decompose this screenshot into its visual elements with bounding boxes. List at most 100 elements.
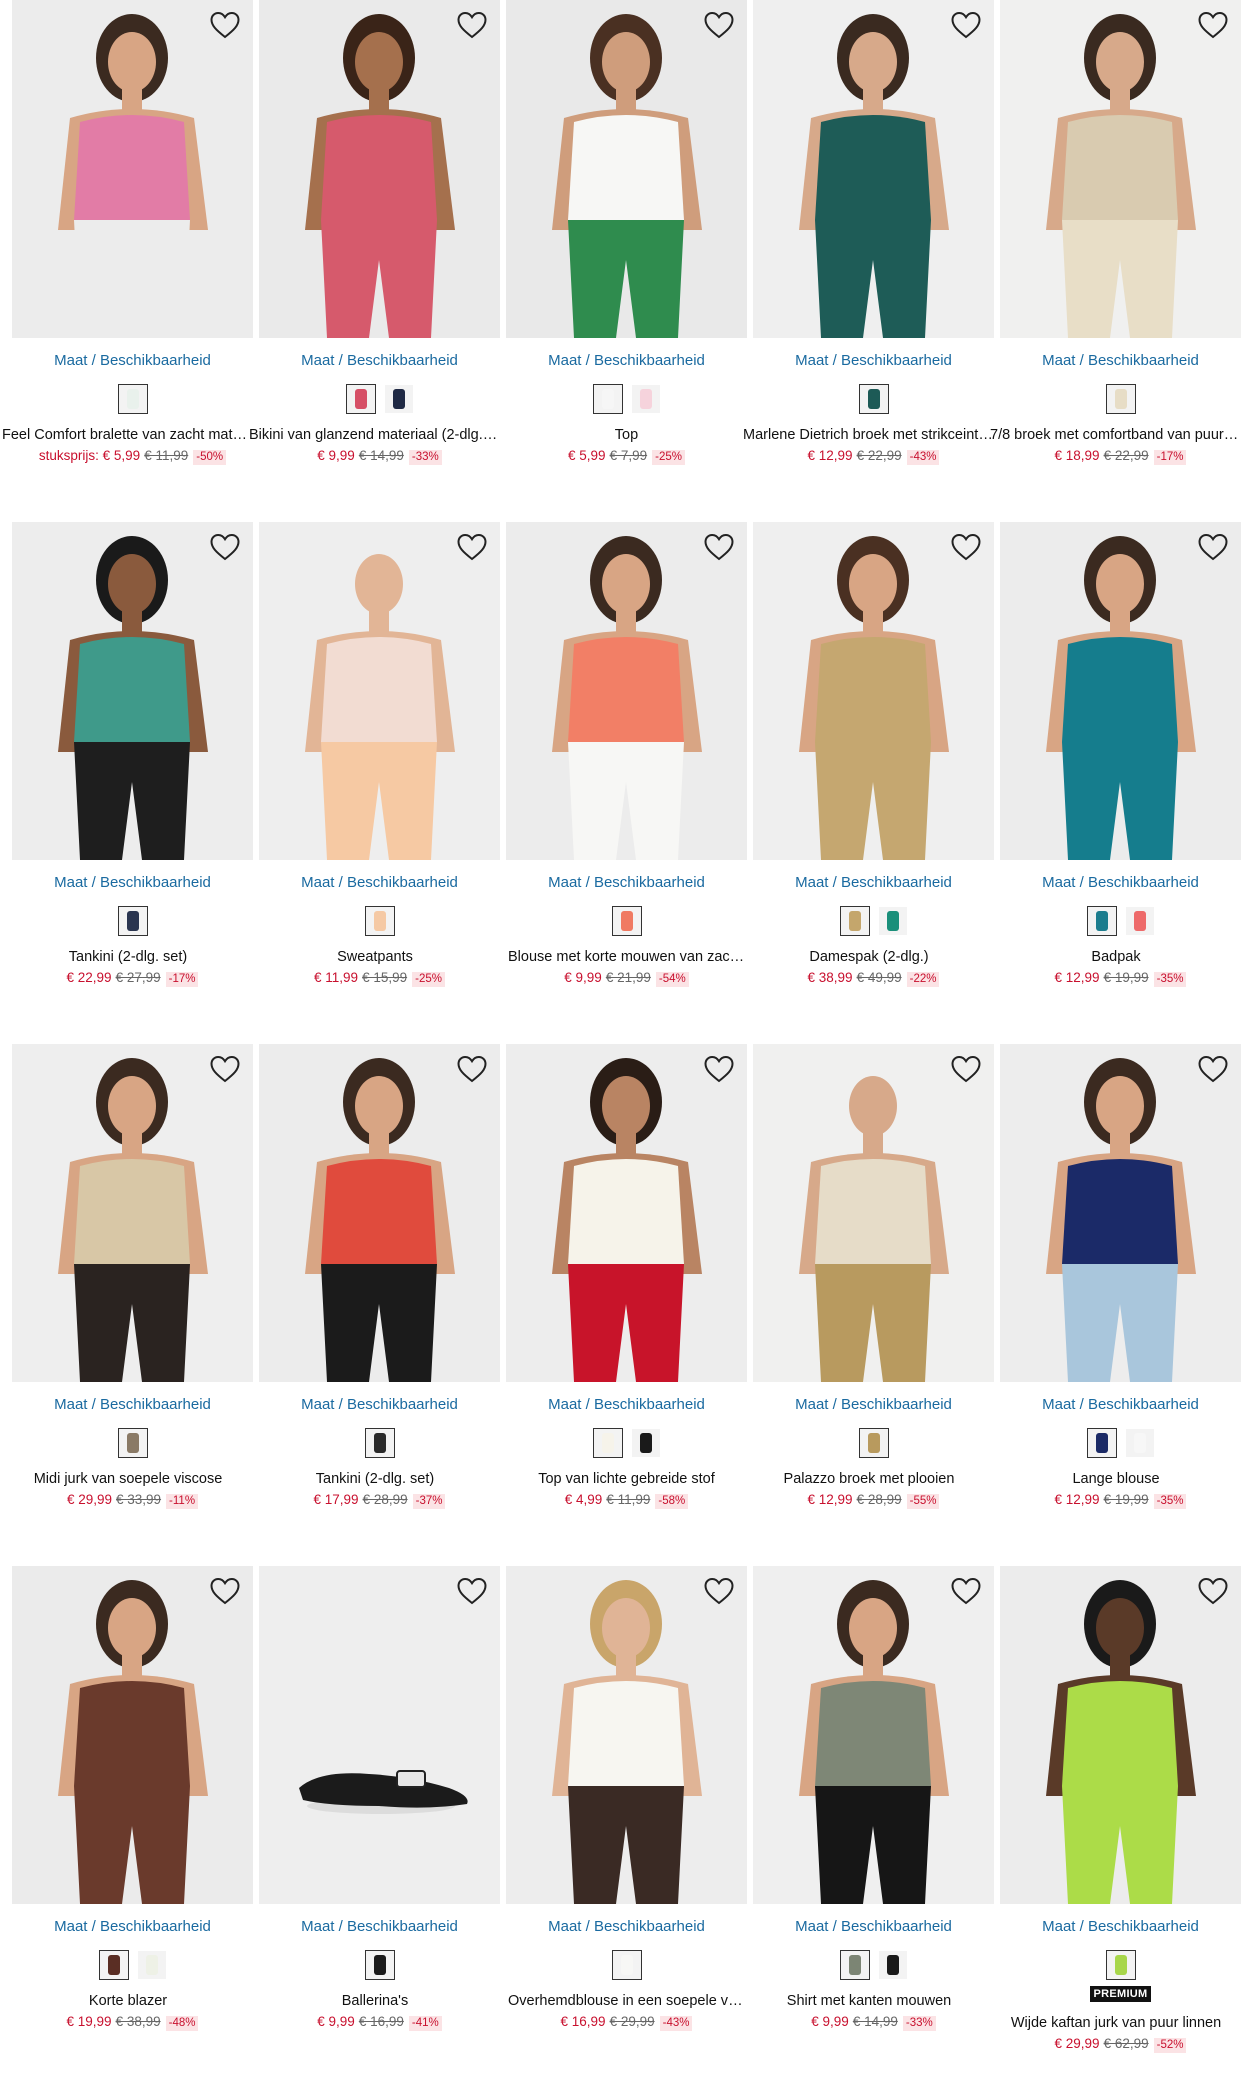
product-image[interactable]	[259, 522, 500, 860]
product-card[interactable]: Maat / Beschikbaarheid Marlene Dietrich b…	[743, 0, 997, 465]
color-swatch[interactable]	[136, 1950, 167, 1980]
product-title[interactable]: Feel Comfort bralette van zacht materiaa…	[0, 426, 256, 444]
product-title[interactable]: Wijde kaftan jurk van puur linnen	[988, 2014, 1244, 2032]
color-swatch[interactable]	[98, 1950, 129, 1980]
product-title[interactable]: Palazzo broek met plooien	[741, 1470, 997, 1488]
color-swatch[interactable]	[1086, 906, 1117, 936]
size-availability-link[interactable]: Maat / Beschikbaarheid	[753, 874, 994, 892]
size-availability-link[interactable]: Maat / Beschikbaarheid	[1000, 874, 1241, 892]
heart-icon[interactable]	[209, 532, 241, 562]
heart-icon[interactable]	[456, 1576, 488, 1606]
heart-icon[interactable]	[1197, 1576, 1229, 1606]
product-card[interactable]: Maat / Beschikbaarheid Palazzo broek met …	[753, 1044, 994, 1509]
product-card[interactable]: Maat / Beschikbaarheid Midi jurk van soep…	[12, 1044, 253, 1509]
product-title[interactable]: Ballerina's	[247, 1992, 503, 2010]
product-card[interactable]: Maat / Beschikbaarheid Bikini van glanzen…	[249, 0, 503, 465]
color-swatch[interactable]	[1124, 906, 1155, 936]
product-title[interactable]: Korte blazer	[0, 1992, 256, 2010]
color-swatch[interactable]	[1105, 384, 1136, 414]
heart-icon[interactable]	[1197, 10, 1229, 40]
color-swatch[interactable]	[1105, 1950, 1136, 1980]
product-image[interactable]	[1000, 0, 1241, 338]
product-card[interactable]: Maat / Beschikbaarheid Ballerina's € 9,99 €…	[259, 1566, 500, 2031]
product-card[interactable]: Maat / Beschikbaarheid 7/8 broek met comf…	[990, 0, 1244, 465]
product-title[interactable]: Marlene Dietrich broek met strikceintuur	[741, 426, 997, 444]
color-swatch[interactable]	[877, 1950, 908, 1980]
product-image[interactable]	[1000, 522, 1241, 860]
color-swatch[interactable]	[1124, 1428, 1155, 1458]
product-card[interactable]: Maat / Beschikbaarheid Feel Comfort brale…	[2, 0, 256, 465]
product-card[interactable]: Maat / Beschikbaarheid Korte blazer € 19,9…	[12, 1566, 253, 2031]
size-availability-link[interactable]: Maat / Beschikbaarheid	[753, 1396, 994, 1414]
product-title[interactable]: Midi jurk van soepele viscose	[0, 1470, 256, 1488]
product-title[interactable]: Sweatpants	[247, 948, 503, 966]
product-card[interactable]: Maat / Beschikbaarheid Sweatpants € 11,99 €…	[259, 522, 500, 987]
color-swatch[interactable]	[383, 384, 414, 414]
color-swatch[interactable]	[364, 906, 395, 936]
product-title[interactable]: Top van lichte gebreide stof	[506, 1470, 747, 1488]
size-availability-link[interactable]: Maat / Beschikbaarheid	[1000, 352, 1241, 370]
product-image[interactable]	[259, 0, 500, 338]
size-availability-link[interactable]: Maat / Beschikbaarheid	[506, 1918, 747, 1936]
color-swatch[interactable]	[592, 384, 623, 414]
heart-icon[interactable]	[703, 532, 735, 562]
product-image[interactable]	[12, 522, 253, 860]
product-image[interactable]	[12, 1566, 253, 1904]
product-card[interactable]: Maat / Beschikbaarheid Top van lichte geb…	[506, 1044, 747, 1509]
color-swatch[interactable]	[839, 1950, 870, 1980]
product-image[interactable]	[259, 1044, 500, 1382]
heart-icon[interactable]	[456, 532, 488, 562]
heart-icon[interactable]	[703, 10, 735, 40]
product-card[interactable]: Maat / Beschikbaarheid Damespak (2-dlg.) €…	[753, 522, 994, 987]
product-title[interactable]: Top	[506, 426, 747, 444]
product-image[interactable]	[1000, 1566, 1241, 1904]
product-card[interactable]: Maat / Beschikbaarheid Badpak € 12,99 € 19,…	[1000, 522, 1241, 987]
color-swatch[interactable]	[1086, 1428, 1117, 1458]
size-availability-link[interactable]: Maat / Beschikbaarheid	[506, 352, 747, 370]
product-card[interactable]: Maat / Beschikbaarheid Top € 5,99 € 7,99 -25…	[506, 0, 747, 465]
size-availability-link[interactable]: Maat / Beschikbaarheid	[1000, 1396, 1241, 1414]
size-availability-link[interactable]: Maat / Beschikbaarheid	[259, 1396, 500, 1414]
heart-icon[interactable]	[456, 10, 488, 40]
color-swatch[interactable]	[839, 906, 870, 936]
color-swatch[interactable]	[364, 1950, 395, 1980]
color-swatch[interactable]	[611, 1950, 642, 1980]
size-availability-link[interactable]: Maat / Beschikbaarheid	[12, 352, 253, 370]
color-swatch[interactable]	[858, 1428, 889, 1458]
color-swatch[interactable]	[117, 1428, 148, 1458]
product-image[interactable]	[506, 522, 747, 860]
product-title[interactable]: Tankini (2-dlg. set)	[247, 1470, 503, 1488]
product-image[interactable]	[259, 1566, 500, 1904]
size-availability-link[interactable]: Maat / Beschikbaarheid	[1000, 1918, 1241, 1936]
product-title[interactable]: Badpak	[988, 948, 1244, 966]
product-image[interactable]	[506, 1044, 747, 1382]
color-swatch[interactable]	[117, 384, 148, 414]
product-image[interactable]	[1000, 1044, 1241, 1382]
size-availability-link[interactable]: Maat / Beschikbaarheid	[506, 1396, 747, 1414]
product-image[interactable]	[506, 0, 747, 338]
heart-icon[interactable]	[950, 1054, 982, 1084]
heart-icon[interactable]	[703, 1576, 735, 1606]
heart-icon[interactable]	[1197, 1054, 1229, 1084]
product-image[interactable]	[753, 522, 994, 860]
product-title[interactable]: Shirt met kanten mouwen	[741, 1992, 997, 2010]
product-card[interactable]: Maat / Beschikbaarheid Lange blouse € 12,9…	[1000, 1044, 1241, 1509]
color-swatch[interactable]	[611, 906, 642, 936]
color-swatch[interactable]	[592, 1428, 623, 1458]
product-card[interactable]: Maat / Beschikbaarheid PREMIUM Wijde kafta…	[1000, 1566, 1241, 2053]
product-image[interactable]	[753, 0, 994, 338]
color-swatch[interactable]	[117, 906, 148, 936]
color-swatch[interactable]	[364, 1428, 395, 1458]
heart-icon[interactable]	[950, 10, 982, 40]
product-title[interactable]: Lange blouse	[988, 1470, 1244, 1488]
size-availability-link[interactable]: Maat / Beschikbaarheid	[12, 1918, 253, 1936]
heart-icon[interactable]	[1197, 532, 1229, 562]
heart-icon[interactable]	[456, 1054, 488, 1084]
product-image[interactable]	[12, 0, 253, 338]
color-swatch[interactable]	[630, 384, 661, 414]
product-image[interactable]	[506, 1566, 747, 1904]
heart-icon[interactable]	[209, 1054, 241, 1084]
product-title[interactable]: Bikini van glanzend materiaal (2-dlg. se…	[247, 426, 503, 444]
size-availability-link[interactable]: Maat / Beschikbaarheid	[12, 1396, 253, 1414]
product-image[interactable]	[753, 1566, 994, 1904]
